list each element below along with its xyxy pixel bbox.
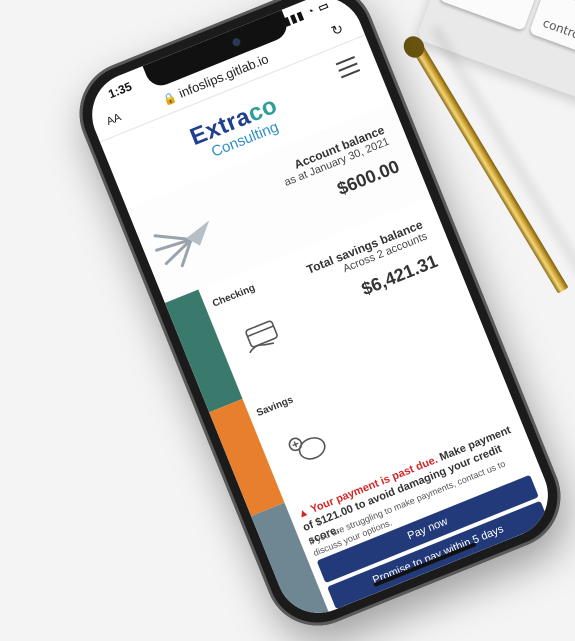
- checking-stripe: [164, 289, 243, 413]
- keyboard-key: [438, 0, 539, 31]
- savings-label: Savings: [255, 394, 295, 420]
- spark-graphic-icon: [153, 220, 210, 268]
- reload-icon[interactable]: ↻: [329, 20, 346, 40]
- phone-screen: 1:35 ▮▮▮ ◔ ▭ AA 🔒infoslips.gitlab.io ↻ E…: [79, 0, 561, 626]
- savings-stripe: [209, 398, 285, 517]
- reader-aa-button[interactable]: AA: [105, 111, 123, 128]
- checking-label: Checking: [210, 282, 257, 310]
- camera-dot: [231, 36, 242, 48]
- phone: 1:35 ▮▮▮ ◔ ▭ AA 🔒infoslips.gitlab.io ↻ E…: [63, 0, 575, 641]
- menu-icon[interactable]: [335, 56, 362, 83]
- lock-icon: 🔒: [161, 91, 179, 108]
- piggy-bank-icon: [288, 437, 326, 460]
- keyboard-key-control: control: [528, 0, 575, 64]
- card-icon: [245, 320, 278, 354]
- key-label: control: [541, 15, 575, 44]
- clock: 1:35: [106, 79, 134, 102]
